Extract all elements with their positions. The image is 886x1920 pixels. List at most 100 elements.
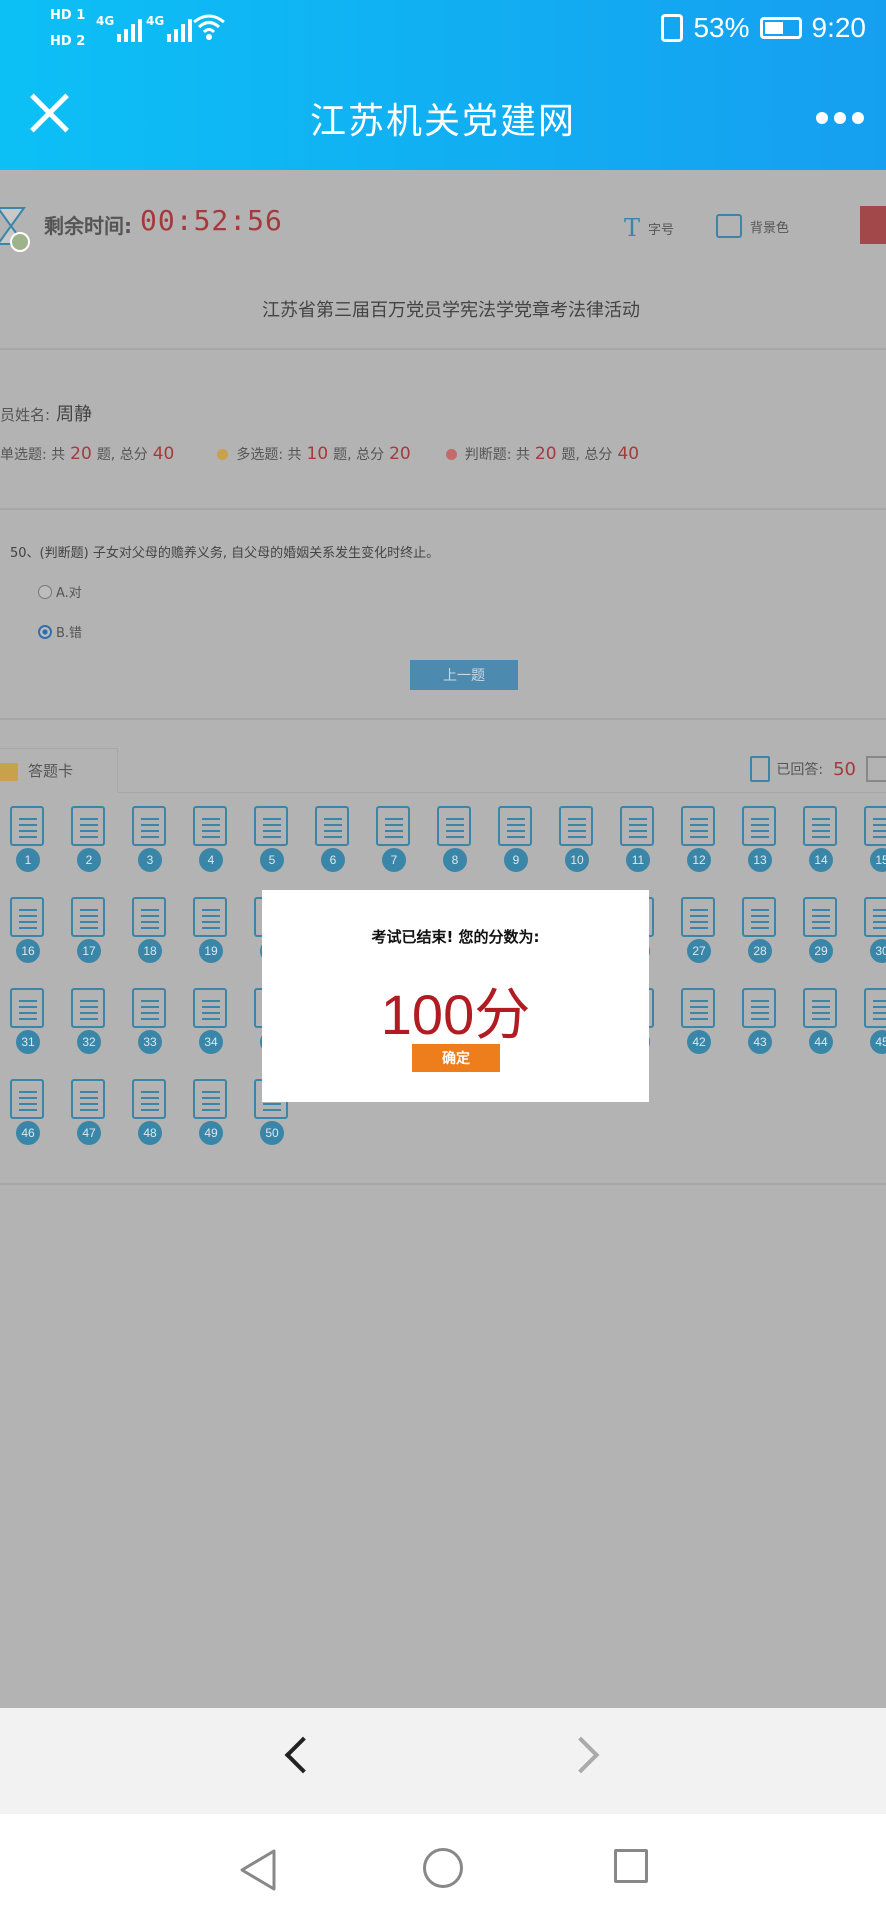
document-icon (798, 894, 837, 938)
question-stats: 单选题: 共 20 题, 总分 40 多选题: 共 10 题, 总分 20 判断… (0, 444, 674, 464)
font-size-icon: T (624, 214, 641, 242)
exam-title: 江苏省第三届百万党员学宪法学党章考法律活动 (262, 300, 640, 321)
confirm-button[interactable]: 确定 (412, 1044, 500, 1072)
question-card-item[interactable]: 19 (188, 894, 233, 963)
question-card-item[interactable]: 42 (676, 985, 721, 1054)
dialog-message: 考试已结束! 您的分数为: (371, 928, 540, 946)
option-b[interactable]: B.错 (38, 622, 82, 641)
submit-tab[interactable] (860, 206, 886, 244)
background-color-button[interactable]: 背景色 (716, 214, 789, 238)
document-icon (737, 985, 776, 1029)
question-card-item[interactable]: 15 (859, 803, 886, 872)
font-size-label: 字号 (648, 222, 675, 238)
question-card-item[interactable]: 49 (188, 1076, 233, 1145)
question-card-item[interactable]: 5 (249, 803, 294, 872)
question-number: 5 (260, 848, 284, 872)
question-card-item[interactable]: 2 (66, 803, 111, 872)
question-number: 45 (870, 1030, 886, 1054)
question-card-item[interactable]: 28 (737, 894, 782, 963)
question-card-item[interactable]: 46 (5, 1076, 50, 1145)
background-color-label: 背景色 (750, 220, 790, 236)
question-card-item[interactable]: 34 (188, 985, 233, 1054)
question-card-item[interactable]: 3 (127, 803, 172, 872)
question-card-item[interactable]: 9 (493, 803, 538, 872)
title-bar: 江苏机关党建网 (0, 62, 886, 170)
question-card-item[interactable]: 45 (859, 985, 886, 1054)
document-icon (127, 1076, 166, 1120)
question-number: 9 (504, 848, 528, 872)
document-icon (188, 1076, 227, 1120)
battery-icon (759, 17, 802, 39)
font-size-button[interactable]: T 字号 (624, 214, 674, 242)
document-icon (66, 803, 105, 847)
question-card-item[interactable]: 33 (127, 985, 172, 1054)
status-right: 53% 9:20 (661, 12, 866, 44)
name-label: 员姓名: (0, 406, 51, 424)
question-text: 50、(判断题) 子女对父母的赡养义务, 自父母的婚姻关系发生变化时终止。 (10, 546, 440, 561)
question-card-item[interactable]: 17 (66, 894, 111, 963)
question-number: 6 (321, 848, 345, 872)
timer-label: 剩余时间: (44, 214, 132, 238)
recents-square-icon[interactable] (614, 1849, 648, 1883)
answer-card-tab[interactable]: 答题卡 (0, 748, 118, 792)
radio-a[interactable] (38, 584, 52, 599)
question-number: 34 (199, 1030, 223, 1054)
divider (0, 508, 886, 510)
question-card-item[interactable]: 47 (66, 1076, 111, 1145)
status-bar: HD 1 HD 2 4G 4G 53% 9:20 (0, 0, 886, 62)
hd-indicator-2: HD 2 (50, 34, 86, 49)
answer-card-label: 答题卡 (28, 762, 74, 780)
home-circle-icon[interactable] (423, 1848, 463, 1888)
document-icon (5, 985, 44, 1029)
more-options-icon[interactable] (816, 112, 864, 124)
previous-question-button[interactable]: 上一题 (410, 660, 518, 690)
question-card-item[interactable]: 4 (188, 803, 233, 872)
document-icon (798, 803, 837, 847)
divider (118, 792, 886, 793)
document-icon (554, 803, 593, 847)
question-card-item[interactable]: 48 (127, 1076, 172, 1145)
stat-multiple-choice: 多选题: 共 10 题, 总分 20 (217, 444, 415, 464)
question-number: 19 (199, 939, 223, 963)
question-card-item[interactable]: 8 (432, 803, 477, 872)
question-card-item[interactable]: 43 (737, 985, 782, 1054)
document-icon (188, 894, 227, 938)
back-triangle-icon[interactable] (238, 1848, 278, 1892)
question-card-item[interactable]: 30 (859, 894, 886, 963)
question-card-item[interactable]: 18 (127, 894, 172, 963)
question-number: 28 (748, 939, 772, 963)
question-card-item[interactable]: 32 (66, 985, 111, 1054)
question-card-item[interactable]: 10 (554, 803, 599, 872)
question-card-item[interactable]: 6 (310, 803, 355, 872)
document-icon (5, 894, 44, 938)
question-card-item[interactable]: 31 (5, 985, 50, 1054)
dot-icon (445, 448, 457, 460)
answered-label: 已回答: (776, 762, 824, 778)
answered-number: 50 (833, 758, 856, 780)
question-card-item[interactable]: 13 (737, 803, 782, 872)
back-arrow-icon[interactable] (284, 1736, 322, 1774)
document-icon (859, 985, 886, 1029)
forward-arrow-icon[interactable] (562, 1736, 600, 1774)
question-card-item[interactable]: 44 (798, 985, 843, 1054)
question-card-item[interactable]: 14 (798, 803, 843, 872)
question-card-item[interactable]: 29 (798, 894, 843, 963)
question-card-item[interactable]: 12 (676, 803, 721, 872)
timer-value: 00:52:56 (140, 204, 283, 237)
question-number: 3 (138, 848, 162, 872)
question-number: 49 (199, 1121, 223, 1145)
radio-b[interactable] (38, 624, 52, 639)
question-card-item[interactable]: 27 (676, 894, 721, 963)
question-card-item[interactable]: 1 (5, 803, 50, 872)
option-a[interactable]: A.对 (38, 582, 82, 601)
hd-indicator-1: HD 1 (50, 8, 86, 23)
question-card-item[interactable]: 7 (371, 803, 416, 872)
question-number: 30 (870, 939, 886, 963)
document-icon (866, 756, 886, 782)
document-icon (676, 894, 715, 938)
question-card-item[interactable]: 16 (5, 894, 50, 963)
question-card-item[interactable]: 11 (615, 803, 660, 872)
system-navigation-bar (0, 1814, 886, 1920)
document-icon (371, 803, 410, 847)
document-icon (676, 985, 715, 1029)
